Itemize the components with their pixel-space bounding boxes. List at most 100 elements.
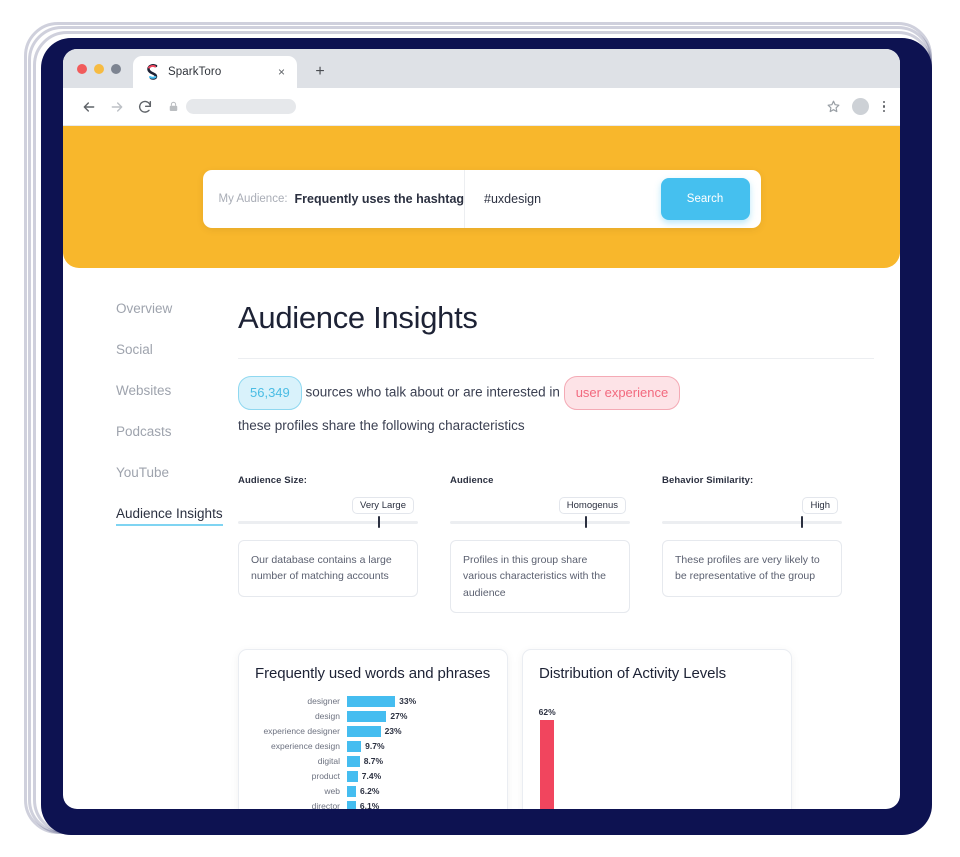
gauge-marker — [585, 516, 587, 528]
word-bar-area: 6.2% — [347, 785, 493, 797]
word-bar — [347, 770, 358, 782]
word-label: director — [311, 801, 340, 809]
avatar[interactable] — [851, 98, 869, 115]
reload-icon[interactable] — [131, 93, 159, 121]
sidebar-item-podcasts[interactable]: Podcasts — [116, 424, 172, 442]
close-window-dot[interactable] — [77, 63, 87, 74]
card-words-phrases: Frequently used words and phrases design… — [238, 648, 508, 809]
words-bar-chart: designer 33% design 27% experience designer 2… — [239, 694, 507, 809]
word-label: experience design — [271, 741, 340, 752]
word-row: product 7.4% — [253, 769, 493, 784]
browser-tab-sparktoro[interactable]: SparkToro × — [133, 56, 297, 88]
gauge-track — [450, 521, 630, 524]
word-bar — [347, 800, 356, 809]
word-label: experience designer — [263, 726, 340, 737]
metric-audience-size: Audience Size: Very Large Our database c… — [238, 475, 418, 613]
word-bar-area: 23% — [347, 725, 493, 737]
word-bar — [347, 725, 381, 737]
star-icon[interactable] — [826, 99, 841, 114]
sidebar-nav: Overview Social Websites Podcasts YouTub… — [63, 300, 238, 809]
summary-text-line2: these profiles share the following chara… — [238, 418, 525, 433]
search-query-container: #uxdesign Search — [465, 170, 760, 228]
address-bar[interactable] — [169, 96, 826, 118]
word-value-label: 8.7% — [363, 756, 384, 767]
charts-row: Frequently used words and phrases design… — [238, 648, 874, 809]
search-button[interactable]: Search — [660, 178, 750, 220]
word-row: design 27% — [253, 709, 493, 724]
metric-behavior-similarity: Behavior Similarity: High These profiles… — [662, 475, 842, 613]
close-icon[interactable]: × — [276, 66, 287, 78]
gauge-badge: High — [802, 497, 838, 514]
sidebar-item-websites[interactable]: Websites — [116, 383, 171, 401]
back-arrow-icon[interactable] — [75, 93, 103, 121]
word-label: product — [311, 771, 340, 782]
activity-bar — [540, 719, 555, 809]
word-bar — [347, 755, 360, 767]
audience-summary: 56,349 sources who talk about or are int… — [238, 376, 874, 439]
topic-badge: user experience — [563, 376, 681, 410]
gauge-marker — [800, 516, 803, 528]
maximize-window-dot[interactable] — [111, 63, 121, 74]
word-value-label: 27% — [390, 711, 408, 722]
metric-label: Audience Size: — [238, 475, 307, 486]
word-row: digital 8.7% — [253, 754, 493, 769]
word-row: experience design 9.7% — [253, 739, 493, 754]
word-bar-area: 8.7% — [347, 755, 493, 767]
url-text — [186, 99, 296, 114]
word-value-label: 7.4% — [361, 771, 382, 782]
browser-toolbar — [63, 88, 900, 126]
search-input[interactable]: #uxdesign — [484, 192, 660, 206]
window-controls[interactable] — [73, 49, 133, 88]
word-value-label: 23% — [384, 726, 402, 737]
word-bar-area: 33% — [347, 695, 493, 707]
chart-title: Distribution of Activity Levels — [539, 664, 726, 682]
activity-bar-column: 62% — [536, 707, 558, 809]
browser-tabstrip: SparkToro × + — [63, 49, 900, 88]
title-divider — [238, 358, 874, 359]
metric-label: Behavior Similarity: — [662, 475, 754, 486]
gauge-badge: Homogenus — [558, 497, 626, 514]
metric-description: Profiles in this group share various cha… — [450, 540, 630, 613]
minimize-window-dot[interactable] — [94, 63, 104, 74]
metric-audience-homogeneity: Audience Homogenus Profiles in this grou… — [450, 475, 630, 613]
audience-filter-select[interactable]: My Audience: Frequently uses the hashtag — [203, 170, 466, 228]
hero-search-banner: My Audience: Frequently uses the hashtag… — [63, 126, 900, 268]
source-count-badge: 56,349 — [238, 376, 302, 410]
word-bar-area: 9.7% — [347, 740, 493, 752]
kebab-menu-icon[interactable] — [880, 100, 889, 113]
word-label: digital — [317, 756, 340, 767]
toolbar-actions — [826, 98, 889, 115]
sparktoro-logo-icon — [147, 63, 158, 80]
browser-window: SparkToro × + My Audience: Frequently us… — [63, 49, 900, 809]
screenshot-stage: SparkToro × + My Audience: Frequently us… — [0, 0, 960, 857]
activity-plot-area: 62%11.6%6.4%3.9%2.6%2%1.5%1.1%1%0.9% — [535, 698, 779, 809]
word-bar — [347, 695, 396, 707]
metric-description: Our database contains a large number of … — [238, 540, 418, 597]
metric-gauges: Audience Size: Very Large Our database c… — [238, 475, 874, 613]
sidebar-item-overview[interactable]: Overview — [116, 301, 172, 319]
forward-arrow-icon[interactable] — [103, 93, 131, 121]
sidebar-item-youtube[interactable]: YouTube — [116, 465, 169, 483]
metric-label: Audience — [450, 475, 494, 486]
metric-description: These profiles are very likely to be rep… — [662, 540, 842, 597]
page-body: Overview Social Websites Podcasts YouTub… — [63, 268, 900, 809]
sidebar-item-social[interactable]: Social — [116, 342, 153, 360]
word-bar-area: 27% — [347, 710, 493, 722]
activity-value-label: 62% — [538, 706, 556, 717]
word-bar — [347, 740, 362, 752]
summary-text-before: sources who talk about or are interested… — [305, 384, 560, 400]
gauge-track — [238, 521, 418, 524]
new-tab-button[interactable]: + — [307, 59, 333, 85]
word-label: web — [324, 786, 340, 797]
word-bar-area: 7.4% — [347, 770, 493, 782]
lock-icon — [169, 101, 178, 111]
sidebar-item-audience-insights[interactable]: Audience Insights — [116, 506, 223, 526]
gauge-badge: Very Large — [352, 497, 414, 514]
filter-phrase-value: Frequently uses the hashtag — [294, 192, 465, 206]
word-value-label: 33% — [399, 696, 417, 707]
card-activity-levels: Distribution of Activity Levels 62%11.6%… — [522, 648, 792, 809]
my-audience-label: My Audience: — [218, 193, 288, 205]
word-bar — [347, 785, 357, 797]
page-title: Audience Insights — [238, 300, 478, 335]
gauge: Very Large — [238, 497, 418, 531]
